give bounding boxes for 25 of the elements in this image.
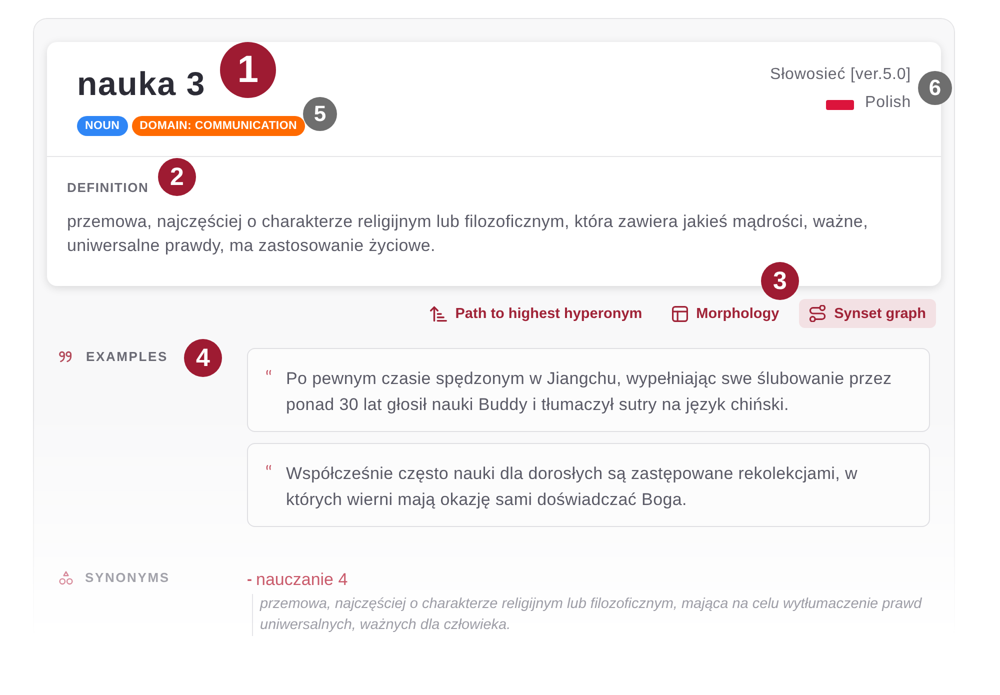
- definition-text: przemowa, najczęściej o charakterze religijnym lub filozoficznym, która zawiera jakieś mądrości, ważne, uniwersalne prawdy, ma zastosowanie życiowe.: [67, 211, 870, 257]
- synonyms-heading: SYNONYMS: [85, 570, 170, 586]
- flag-icon: [826, 100, 854, 110]
- view-tab[interactable]: Synset graph: [799, 299, 936, 328]
- example-text: Po pewnym czasie spędzonym w Jiangchu, wypełniając swe ślubowanie przez ponad 30 lat głosił nauki Buddy i tłumaczył sutry na język chiński.: [286, 368, 893, 416]
- category-tag: DOMAIN: COMMUNICATION: [132, 116, 305, 136]
- example-text: Współcześnie często nauki dla dorosłych są zastępowane rekolekcjami, w których wierni mają okazję sami doświadczać Boga.: [286, 463, 858, 511]
- examples-heading: EXAMPLES: [86, 349, 168, 365]
- list-bullet: -: [247, 571, 252, 589]
- sort-ascending-icon: [430, 306, 448, 322]
- category-tag: NOUN: [77, 116, 128, 136]
- synonym-link[interactable]: nauczanie 4: [256, 570, 348, 590]
- language-label: Polish: [865, 94, 911, 112]
- view-tab[interactable]: Morphology: [662, 299, 790, 328]
- synonym-definition: przemowa, najczęściej o charakterze religijnym lub filozoficznym, mająca na celu wytłumaczenie prawd uniwersalnych, ważnych dla człowieka.: [252, 594, 930, 636]
- table-icon: [672, 306, 688, 322]
- quote-icon: [59, 351, 72, 363]
- view-tab[interactable]: Path to highest hyperonym: [420, 299, 652, 328]
- route-icon: [809, 305, 826, 322]
- word-title: nauka 3: [77, 64, 206, 103]
- shapes-icon: [59, 571, 73, 585]
- quote-mark-icon: [266, 370, 272, 375]
- quote-mark-icon: [266, 465, 272, 470]
- source-label: Słowosieć [ver.5.0]: [770, 66, 911, 84]
- definition-heading: DEFINITION: [67, 180, 149, 196]
